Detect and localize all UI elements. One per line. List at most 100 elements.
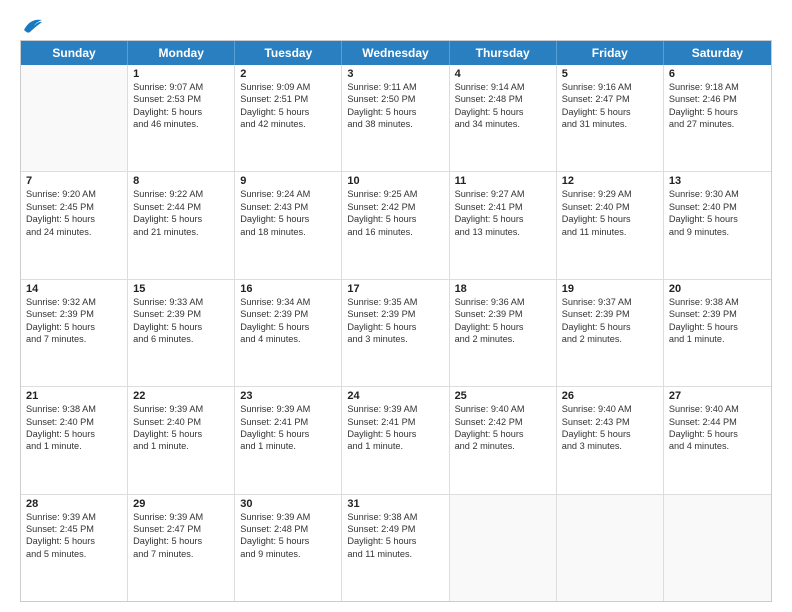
calendar-cell: 10Sunrise: 9:25 AMSunset: 2:42 PMDayligh… <box>342 172 449 278</box>
cell-info-line: Sunset: 2:40 PM <box>26 416 122 428</box>
logo <box>20 16 44 32</box>
day-number: 3 <box>347 68 443 80</box>
header-day-thursday: Thursday <box>450 41 557 65</box>
cell-info-line: Sunrise: 9:37 AM <box>562 296 658 308</box>
cell-info-line: Sunrise: 9:18 AM <box>669 81 766 93</box>
cell-info-line: Daylight: 5 hours <box>240 321 336 333</box>
cell-info-line: Daylight: 5 hours <box>455 213 551 225</box>
logo-bird-icon <box>22 16 44 34</box>
day-number: 23 <box>240 390 336 402</box>
calendar-cell: 23Sunrise: 9:39 AMSunset: 2:41 PMDayligh… <box>235 387 342 493</box>
cell-info-line: Sunset: 2:46 PM <box>669 93 766 105</box>
header-day-sunday: Sunday <box>21 41 128 65</box>
calendar-cell: 28Sunrise: 9:39 AMSunset: 2:45 PMDayligh… <box>21 495 128 601</box>
cell-info-line: and 42 minutes. <box>240 118 336 130</box>
cell-info-line: and 16 minutes. <box>347 226 443 238</box>
calendar-cell: 8Sunrise: 9:22 AMSunset: 2:44 PMDaylight… <box>128 172 235 278</box>
day-number: 31 <box>347 498 443 510</box>
cell-info-line: Sunrise: 9:16 AM <box>562 81 658 93</box>
calendar-header: SundayMondayTuesdayWednesdayThursdayFrid… <box>21 41 771 65</box>
calendar-cell: 30Sunrise: 9:39 AMSunset: 2:48 PMDayligh… <box>235 495 342 601</box>
cell-info-line: and 1 minute. <box>133 440 229 452</box>
calendar-cell: 26Sunrise: 9:40 AMSunset: 2:43 PMDayligh… <box>557 387 664 493</box>
cell-info-line: Sunrise: 9:35 AM <box>347 296 443 308</box>
cell-info-line: Sunrise: 9:33 AM <box>133 296 229 308</box>
cell-info-line: Daylight: 5 hours <box>347 535 443 547</box>
cell-info-line: Sunrise: 9:38 AM <box>347 511 443 523</box>
cell-info-line: Sunset: 2:39 PM <box>133 308 229 320</box>
cell-info-line: Sunrise: 9:27 AM <box>455 188 551 200</box>
cell-info-line: Sunset: 2:40 PM <box>562 201 658 213</box>
header <box>20 16 772 32</box>
cell-info-line: Daylight: 5 hours <box>133 213 229 225</box>
cell-info-line: Sunrise: 9:39 AM <box>240 511 336 523</box>
cell-info-line: Sunrise: 9:39 AM <box>240 403 336 415</box>
cell-info-line: and 2 minutes. <box>455 333 551 345</box>
cell-info-line: Daylight: 5 hours <box>26 213 122 225</box>
cell-info-line: and 1 minute. <box>347 440 443 452</box>
cell-info-line: Daylight: 5 hours <box>562 106 658 118</box>
day-number: 24 <box>347 390 443 402</box>
cell-info-line: Sunset: 2:39 PM <box>26 308 122 320</box>
cell-info-line: Sunrise: 9:25 AM <box>347 188 443 200</box>
cell-info-line: and 34 minutes. <box>455 118 551 130</box>
header-day-tuesday: Tuesday <box>235 41 342 65</box>
cell-info-line: Sunrise: 9:32 AM <box>26 296 122 308</box>
cell-info-line: Sunset: 2:48 PM <box>455 93 551 105</box>
day-number: 21 <box>26 390 122 402</box>
cell-info-line: Sunset: 2:42 PM <box>455 416 551 428</box>
calendar-row-4: 28Sunrise: 9:39 AMSunset: 2:45 PMDayligh… <box>21 495 771 601</box>
cell-info-line: Daylight: 5 hours <box>347 321 443 333</box>
calendar-cell: 17Sunrise: 9:35 AMSunset: 2:39 PMDayligh… <box>342 280 449 386</box>
cell-info-line: and 21 minutes. <box>133 226 229 238</box>
day-number: 10 <box>347 175 443 187</box>
calendar-cell: 11Sunrise: 9:27 AMSunset: 2:41 PMDayligh… <box>450 172 557 278</box>
cell-info-line: and 11 minutes. <box>562 226 658 238</box>
cell-info-line: and 5 minutes. <box>26 548 122 560</box>
cell-info-line: Daylight: 5 hours <box>347 106 443 118</box>
calendar-cell: 7Sunrise: 9:20 AMSunset: 2:45 PMDaylight… <box>21 172 128 278</box>
cell-info-line: and 4 minutes. <box>669 440 766 452</box>
cell-info-line: Sunrise: 9:20 AM <box>26 188 122 200</box>
day-number: 19 <box>562 283 658 295</box>
cell-info-line: and 31 minutes. <box>562 118 658 130</box>
cell-info-line: Daylight: 5 hours <box>240 535 336 547</box>
day-number: 25 <box>455 390 551 402</box>
cell-info-line: and 38 minutes. <box>347 118 443 130</box>
cell-info-line: Sunset: 2:45 PM <box>26 523 122 535</box>
calendar-cell: 18Sunrise: 9:36 AMSunset: 2:39 PMDayligh… <box>450 280 557 386</box>
cell-info-line: Sunset: 2:40 PM <box>133 416 229 428</box>
calendar-cell: 24Sunrise: 9:39 AMSunset: 2:41 PMDayligh… <box>342 387 449 493</box>
cell-info-line: Sunset: 2:50 PM <box>347 93 443 105</box>
day-number: 11 <box>455 175 551 187</box>
cell-info-line: and 2 minutes. <box>562 333 658 345</box>
cell-info-line: Sunset: 2:44 PM <box>133 201 229 213</box>
cell-info-line: and 2 minutes. <box>455 440 551 452</box>
cell-info-line: Sunrise: 9:36 AM <box>455 296 551 308</box>
calendar-cell: 2Sunrise: 9:09 AMSunset: 2:51 PMDaylight… <box>235 65 342 171</box>
calendar-cell: 12Sunrise: 9:29 AMSunset: 2:40 PMDayligh… <box>557 172 664 278</box>
day-number: 26 <box>562 390 658 402</box>
calendar-cell: 22Sunrise: 9:39 AMSunset: 2:40 PMDayligh… <box>128 387 235 493</box>
cell-info-line: Sunset: 2:41 PM <box>455 201 551 213</box>
cell-info-line: Sunset: 2:42 PM <box>347 201 443 213</box>
day-number: 20 <box>669 283 766 295</box>
cell-info-line: Daylight: 5 hours <box>669 321 766 333</box>
cell-info-line: Sunrise: 9:40 AM <box>455 403 551 415</box>
day-number: 7 <box>26 175 122 187</box>
calendar-row-3: 21Sunrise: 9:38 AMSunset: 2:40 PMDayligh… <box>21 387 771 494</box>
header-day-wednesday: Wednesday <box>342 41 449 65</box>
cell-info-line: Daylight: 5 hours <box>240 213 336 225</box>
cell-info-line: Sunset: 2:39 PM <box>669 308 766 320</box>
cell-info-line: Sunset: 2:51 PM <box>240 93 336 105</box>
cell-info-line: and 11 minutes. <box>347 548 443 560</box>
calendar-cell: 25Sunrise: 9:40 AMSunset: 2:42 PMDayligh… <box>450 387 557 493</box>
calendar-cell <box>450 495 557 601</box>
day-number: 15 <box>133 283 229 295</box>
cell-info-line: Sunset: 2:53 PM <box>133 93 229 105</box>
cell-info-line: and 4 minutes. <box>240 333 336 345</box>
calendar-cell <box>557 495 664 601</box>
header-day-saturday: Saturday <box>664 41 771 65</box>
day-number: 13 <box>669 175 766 187</box>
cell-info-line: Daylight: 5 hours <box>133 321 229 333</box>
